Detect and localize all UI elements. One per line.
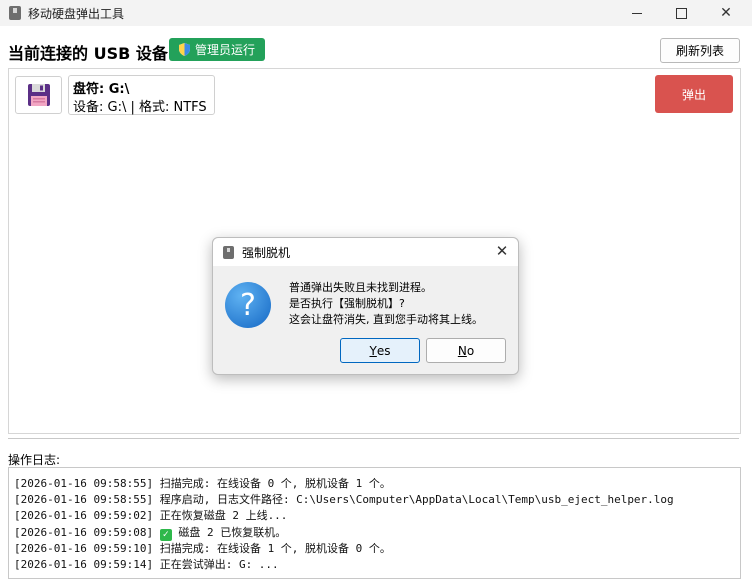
shield-icon [178,43,190,56]
log-line: [2026-01-16 09:58:55] 程序启动, 日志文件路径: C:\U… [14,493,674,506]
dialog-message-line: 是否执行【强制脱机】? [289,297,405,310]
log-label: 操作日志: [8,453,61,467]
page-title: 当前连接的 USB 设备 [8,44,168,63]
app-icon [9,6,21,20]
close-button[interactable]: ✕ [703,0,749,26]
divider [8,438,739,439]
no-label: o [466,343,475,358]
no-mnemonic: N [457,343,467,358]
dialog-body: ? 普通弹出失败且未找到进程。 是否执行【强制脱机】? 这会让盘符消失, 直到您… [213,266,518,374]
refresh-list-button[interactable]: 刷新列表 [660,38,740,63]
dialog-app-icon [223,246,234,259]
drive-letter: 盘符: G:\ [73,82,130,97]
log-line: [2026-01-16 09:59:02] 正在恢复磁盘 2 上线... [14,509,288,522]
device-detail: 设备: G:\ | 格式: NTFS [73,100,207,115]
eject-button[interactable]: 弹出 [655,75,733,113]
dialog-title: 强制脱机 [242,246,291,260]
admin-badge: 管理员运行 [169,38,265,61]
yes-mnemonic: Y [369,343,377,358]
dialog-close-icon[interactable]: ✕ [494,243,510,259]
log-message: 磁盘 2 已恢复联机。 [178,526,287,539]
log-line: [2026-01-16 09:58:55] 扫描完成: 在线设备 0 个, 脱机… [14,477,391,490]
maximize-button[interactable] [658,0,704,26]
log-line: [2026-01-16 09:59:10] 扫描完成: 在线设备 1 个, 脱机… [14,542,391,555]
log-line: [2026-01-16 09:59:14] 正在尝试弹出: G: ... [14,558,279,571]
dialog-titlebar: 强制脱机 ✕ [213,238,518,266]
maximize-icon [675,7,687,19]
minimize-button[interactable] [614,0,660,26]
dialog-message-line: 这会让盘符消失, 直到您手动将其上线。 [289,313,483,326]
yes-label: es [376,343,391,358]
window-titlebar: 移动硬盘弹出工具 ✕ [0,0,752,26]
log-line: [2026-01-16 09:59:08] ✓ 磁盘 2 已恢复联机。 [14,524,286,541]
dialog-message-line: 普通弹出失败且未找到进程。 [289,281,432,294]
question-icon: ? [225,282,271,328]
floppy-disk-icon [27,84,50,106]
force-offline-dialog: 强制脱机 ✕ ? 普通弹出失败且未找到进程。 是否执行【强制脱机】? 这会让盘符… [212,237,519,375]
device-icon-box [15,76,62,114]
log-area[interactable]: [2026-01-16 09:58:55] 扫描完成: 在线设备 0 个, 脱机… [8,467,741,579]
minimize-icon [632,12,642,14]
admin-badge-label: 管理员运行 [194,43,255,57]
yes-button[interactable]: Yes [340,338,420,363]
log-timestamp: [2026-01-16 09:59:08] [14,526,154,539]
no-button[interactable]: No [426,338,506,363]
close-icon: ✕ [720,5,732,21]
device-info: 盘符: G:\ 设备: G:\ | 格式: NTFS [68,75,215,115]
window-title: 移动硬盘弹出工具 [28,7,125,21]
